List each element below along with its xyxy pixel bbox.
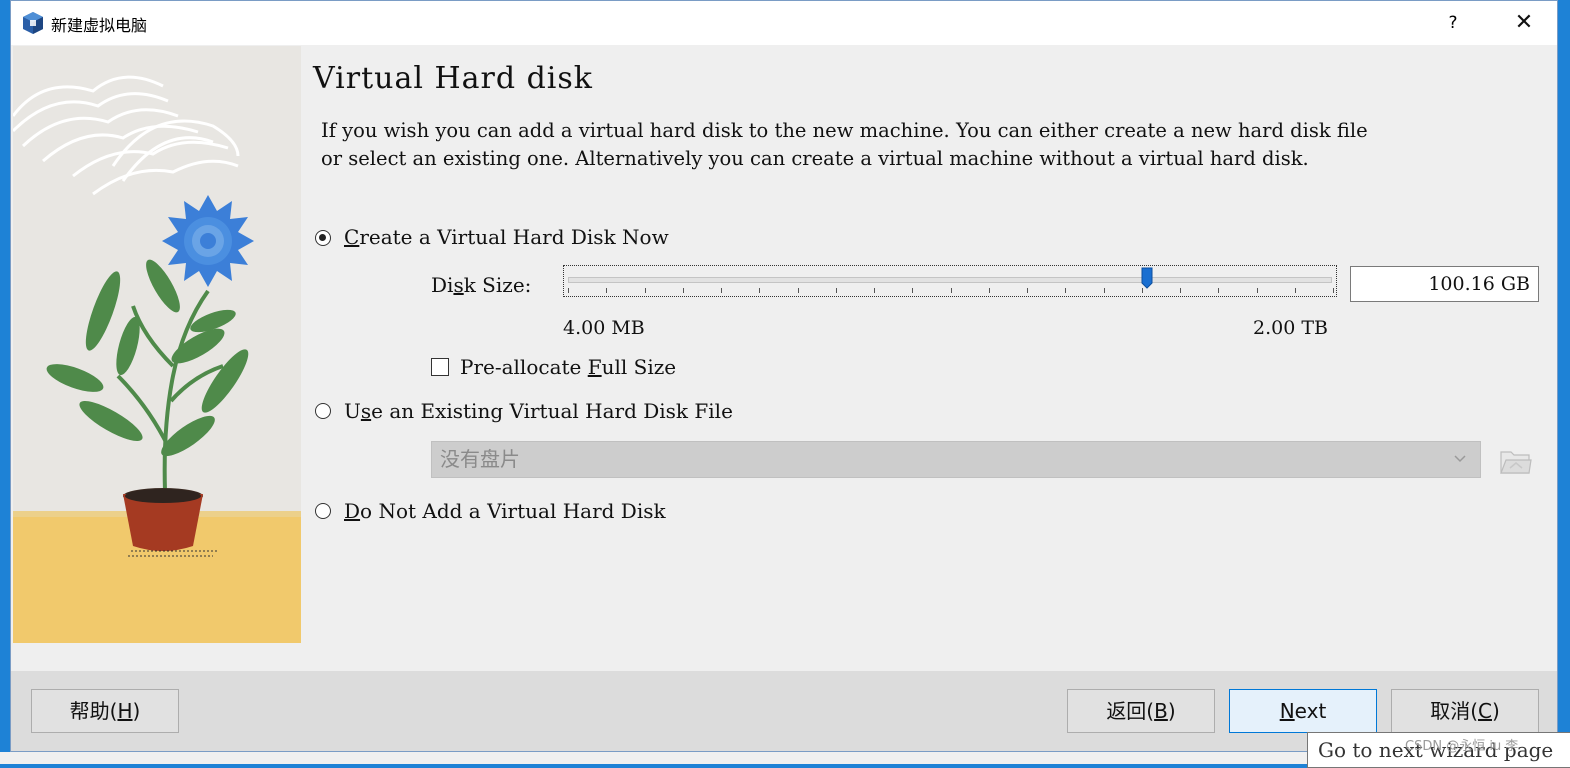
close-icon[interactable]: ✕ — [1507, 7, 1541, 39]
window-title: 新建虚拟电脑 — [51, 16, 148, 35]
title-bar: 新建虚拟电脑 ? ✕ — [11, 1, 1557, 45]
wizard-illustration — [13, 46, 301, 643]
virtualbox-icon — [23, 12, 43, 34]
help-icon[interactable]: ? — [1439, 9, 1467, 37]
create-disk-label[interactable]: Create a Virtual Hard Disk Now — [344, 225, 669, 249]
no-disk-radio[interactable] — [315, 503, 331, 519]
disk-size-input[interactable]: 100.16 GB — [1350, 266, 1539, 302]
use-existing-label[interactable]: Use an Existing Virtual Hard Disk File — [344, 399, 733, 423]
help-button[interactable]: 帮助(H) — [31, 689, 179, 733]
disk-size-max-label: 2.00 TB — [1253, 317, 1328, 339]
disk-size-label: Disk Size: — [431, 273, 532, 297]
chevron-down-icon — [1454, 455, 1466, 463]
existing-disk-select[interactable]: 没有盘片 — [431, 441, 1481, 478]
use-existing-radio[interactable] — [315, 403, 331, 419]
disk-size-min-label: 4.00 MB — [563, 317, 645, 339]
back-button[interactable]: 返回(B) — [1067, 689, 1215, 733]
disk-size-slider[interactable] — [563, 265, 1337, 297]
page-title: Virtual Hard disk — [313, 61, 593, 96]
existing-disk-value: 没有盘片 — [440, 447, 520, 471]
slider-ticks — [568, 288, 1334, 293]
preallocate-checkbox[interactable] — [431, 358, 449, 376]
slider-handle[interactable] — [1141, 267, 1153, 289]
create-disk-radio[interactable] — [315, 230, 331, 246]
watermark: CSDN @永恒 iu 李 — [1405, 739, 1519, 754]
cancel-button[interactable]: 取消(C) — [1391, 689, 1539, 733]
slider-track — [568, 277, 1332, 283]
folder-icon[interactable] — [1498, 443, 1532, 477]
no-disk-label[interactable]: Do Not Add a Virtual Hard Disk — [344, 499, 666, 523]
wizard-window: 新建虚拟电脑 ? ✕ Virtual Hard disk If you wish… — [10, 0, 1558, 752]
page-description: If you wish you can add a virtual hard d… — [321, 119, 1368, 170]
next-button[interactable]: Next — [1229, 689, 1377, 733]
preallocate-label[interactable]: Pre-allocate Full Size — [460, 355, 676, 379]
